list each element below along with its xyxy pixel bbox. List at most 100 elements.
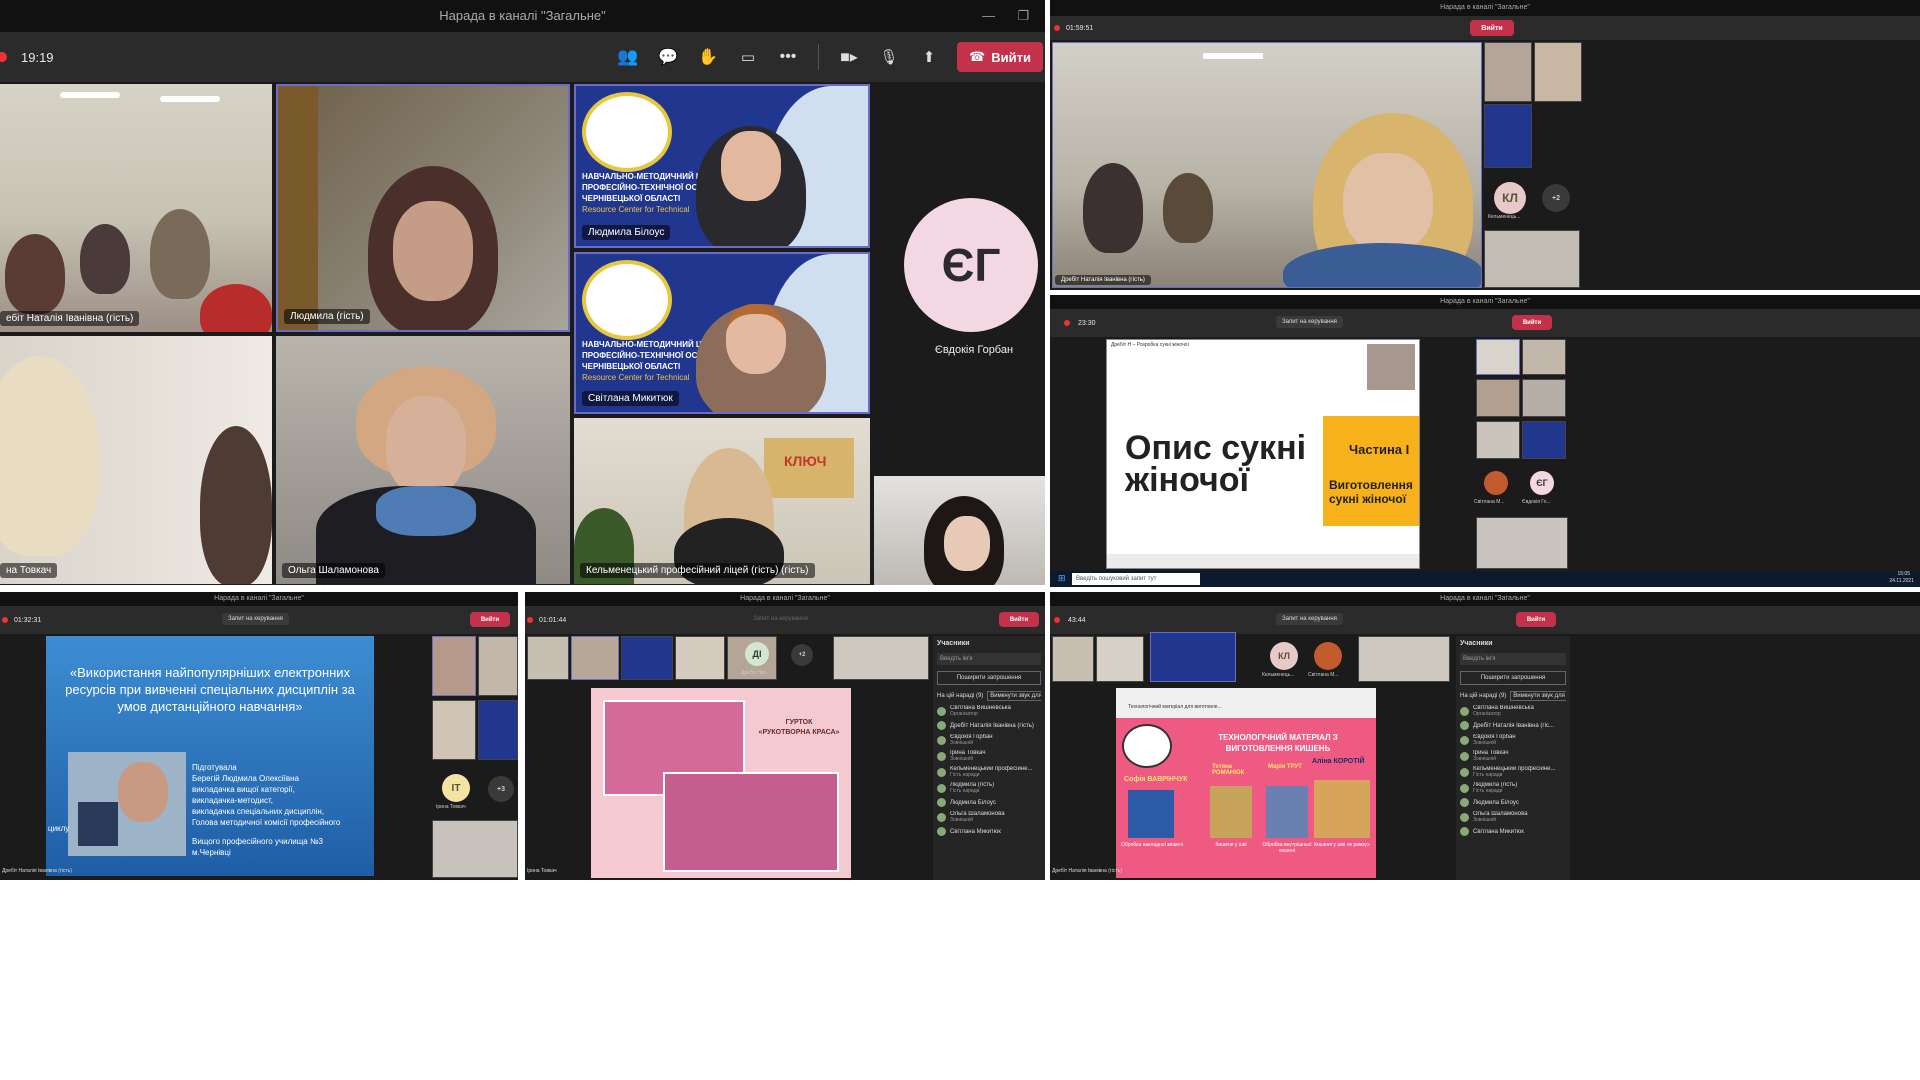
video-thumbnail[interactable]: [1534, 42, 1582, 102]
avatar-tile[interactable]: ЄГ Євдокія Горбан: [874, 84, 1045, 474]
video-thumbnail[interactable]: [1476, 339, 1520, 375]
video-thumbnail[interactable]: [1522, 421, 1566, 459]
participant-list-item[interactable]: Дребіт Наталія Іванівна (гіс...: [1460, 721, 1566, 730]
avatar: [1460, 783, 1469, 793]
windows-icon[interactable]: ⊞: [1058, 573, 1066, 584]
participant-list-item[interactable]: Кельменецький професійне... Гість наради: [1460, 766, 1566, 778]
participant-list-item[interactable]: Людмила (гість) Гість наради: [937, 782, 1041, 794]
video-thumbnail[interactable]: [1522, 339, 1566, 375]
participant-list-item[interactable]: Світлана Микитюк: [937, 827, 1041, 836]
more-icon[interactable]: •••: [778, 48, 798, 66]
participant-role: Зовнішній: [1473, 740, 1497, 746]
video-thumbnail[interactable]: [432, 820, 518, 878]
participants-icon[interactable]: 👥: [617, 47, 638, 67]
taskbar-clock: 15:05: [1897, 571, 1910, 577]
video-thumbnail[interactable]: [675, 636, 725, 680]
recording-icon: [1054, 25, 1060, 31]
request-control-button[interactable]: Запит на керування: [1276, 613, 1343, 625]
in-meeting-header[interactable]: На цій нараді (9): [937, 693, 983, 699]
video-thumbnail[interactable]: [1476, 517, 1568, 569]
participant-list-item[interactable]: Людмила Білоус: [937, 798, 1041, 807]
video-thumbnail[interactable]: [478, 700, 518, 760]
more-participants[interactable]: +3: [488, 776, 514, 802]
slide-subtitle-line: Виготовлення: [1329, 478, 1413, 492]
video-thumbnail[interactable]: [1358, 636, 1450, 682]
taskbar-search[interactable]: Введіть пошуковий запит тут: [1072, 573, 1200, 585]
more-count: +2: [798, 652, 806, 658]
video-tile[interactable]: ебіт Наталія Іванівна (гість): [0, 84, 272, 332]
leave-button[interactable]: Вийти: [470, 612, 510, 627]
video-tile[interactable]: [874, 476, 1045, 585]
participant-list-item[interactable]: Світлана Вишневська Організатор: [1460, 705, 1566, 717]
video-tile[interactable]: КЛЮЧ Кельменецький професійний ліцей (гі…: [574, 418, 870, 584]
chat-icon[interactable]: 💬: [658, 47, 678, 67]
video-thumbnail[interactable]: [432, 636, 476, 696]
mute-all-button[interactable]: Вимкнути звук для всіх: [987, 691, 1041, 701]
participant-list-item[interactable]: Людмила Білоус: [1460, 798, 1566, 807]
leave-button[interactable]: Вийти: [1516, 612, 1556, 627]
participant-list-item[interactable]: Ірина Товкач Зовнішній: [937, 750, 1041, 762]
restore-icon[interactable]: ❐: [1017, 0, 1029, 32]
mute-all-button[interactable]: Вимкнути звук для всіх: [1510, 691, 1566, 701]
video-thumbnail[interactable]: [1484, 230, 1580, 288]
video-thumbnail[interactable]: [527, 636, 569, 680]
video-thumbnail[interactable]: [1484, 42, 1532, 102]
participant-list-item[interactable]: Світлана Микитюк: [1460, 827, 1566, 836]
participant-list-item[interactable]: Євдокія Горбан Зовнішній: [937, 734, 1041, 746]
participant-list-item[interactable]: Євдокія Горбан Зовнішній: [1460, 734, 1566, 746]
participant-info: Світлана Микитюк: [950, 829, 1001, 835]
video-thumbnail[interactable]: [571, 636, 619, 680]
video-tile[interactable]: НАВЧАЛЬНО-МЕТОДИЧНИЙ ЦЕНТ ПРОФЕСІЙНО-ТЕХ…: [574, 252, 870, 414]
leave-button[interactable]: Вийти: [1470, 20, 1514, 36]
participant-list-item[interactable]: Ольга Шаламонова Зовнішній: [1460, 811, 1566, 823]
video-thumbnail[interactable]: [1522, 379, 1566, 417]
reactions-icon[interactable]: ✋: [698, 47, 718, 67]
video-tile[interactable]: на Товкач: [0, 336, 272, 584]
participant-list-item[interactable]: Ірина Товкач Зовнішній: [1460, 750, 1566, 762]
share-invite-button[interactable]: Поширити запрошення: [1460, 671, 1566, 685]
video-tile[interactable]: НАВЧАЛЬНО-МЕТОДИЧНИЙ ЦЕНТ ПРОФЕСІЙНО-ТЕХ…: [574, 84, 870, 248]
name-search-input[interactable]: Введіть ім'я: [1460, 653, 1566, 665]
participant-list-item[interactable]: Дребіт Наталія Іванівна (гість): [937, 721, 1041, 730]
camera-icon[interactable]: ■▸: [839, 47, 859, 67]
video-thumbnail[interactable]: [432, 700, 476, 760]
video-tile[interactable]: Дребіт Наталія Іванівна (гість): [1052, 42, 1482, 288]
video-thumbnail[interactable]: [478, 636, 518, 696]
share-invite-button[interactable]: Поширити запрошення: [937, 671, 1041, 685]
name-search-input[interactable]: Введіть ім'я: [937, 653, 1041, 665]
video-thumbnail[interactable]: [833, 636, 929, 680]
video-thumbnail[interactable]: [1476, 421, 1520, 459]
leave-button[interactable]: Вийти: [1512, 315, 1552, 330]
share-screen-icon[interactable]: ⬆: [919, 48, 939, 66]
slide-title-line: Опис сукні: [1125, 429, 1307, 467]
more-participants[interactable]: +2: [1542, 184, 1570, 212]
participant-name: на Товкач: [0, 563, 58, 578]
video-thumbnail[interactable]: [1096, 636, 1144, 682]
participant-list-item[interactable]: Кельменецький професійне... Гість наради: [937, 766, 1041, 778]
video-tile[interactable]: Людмила (гість): [276, 84, 570, 332]
video-thumbnail[interactable]: [1052, 636, 1094, 682]
leave-button[interactable]: Вийти: [999, 612, 1039, 627]
participant-info: Євдокія Горбан Зовнішній: [950, 734, 993, 746]
video-thumbnail[interactable]: [1484, 104, 1532, 168]
participant-list-item[interactable]: Ольга Шаламонова Зовнішній: [937, 811, 1041, 823]
avatar: [1460, 812, 1469, 822]
video-thumbnail[interactable]: [1150, 632, 1236, 682]
request-control-button[interactable]: Запит на керування: [1276, 316, 1343, 328]
participant-list-item[interactable]: Людмила (гість) Гість наради: [1460, 782, 1566, 794]
main-meeting-window: Нарада в каналі "Загальне" — ❐ 19:19 👥 💬…: [0, 0, 1045, 585]
more-participants[interactable]: +2: [791, 644, 813, 666]
participant-list-item[interactable]: Світлана Вишневська Організатор: [937, 705, 1041, 717]
leave-label: Вийти: [991, 49, 1031, 65]
request-control-button[interactable]: Запит на керування: [747, 613, 814, 625]
video-tile[interactable]: Ольга Шаламонова: [276, 336, 570, 584]
leave-button[interactable]: ☎ Вийти: [957, 42, 1043, 72]
video-thumbnail[interactable]: [621, 636, 673, 680]
rooms-icon[interactable]: ▭: [738, 48, 758, 66]
request-control-button[interactable]: Запит на керування: [222, 613, 289, 625]
minimize-icon[interactable]: —: [982, 0, 995, 32]
mic-off-icon[interactable]: 🎙: [879, 48, 899, 66]
video-thumbnail[interactable]: [1476, 379, 1520, 417]
in-meeting-header[interactable]: На цій нараді (9): [1460, 693, 1506, 699]
slide-subtitle: Виготовлення сукні жіночої: [1329, 478, 1413, 506]
